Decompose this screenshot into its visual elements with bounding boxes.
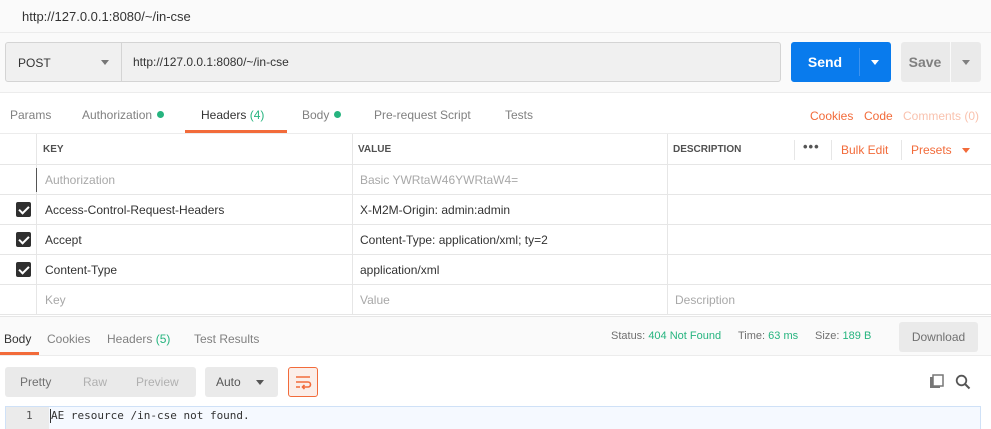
- send-options-chevron-icon[interactable]: [871, 60, 879, 65]
- time-label: Time:: [738, 330, 766, 342]
- column-divider: [794, 140, 795, 160]
- active-tab-indicator: [185, 130, 287, 133]
- tab-headers-label: Headers: [201, 108, 247, 122]
- text-cursor: [36, 168, 37, 192]
- method-select[interactable]: POST: [5, 42, 122, 82]
- copy-icon[interactable]: [929, 374, 945, 390]
- status-value: 404 Not Found: [648, 330, 722, 342]
- tab-body-label: Body: [302, 108, 330, 122]
- table-row[interactable]: Accept Content-Type: application/xml; ty…: [0, 225, 991, 255]
- response-tab-test-results[interactable]: Test Results: [194, 332, 259, 346]
- format-label: Auto: [216, 375, 241, 389]
- tab-tests[interactable]: Tests: [505, 108, 533, 122]
- tab-authorization[interactable]: Authorization: [82, 108, 165, 122]
- save-options-chevron-icon[interactable]: [962, 60, 970, 65]
- save-divider: [950, 42, 951, 82]
- size-label: Size:: [815, 330, 840, 342]
- view-raw-button[interactable]: Raw: [83, 375, 107, 389]
- status-label: Status:: [611, 330, 646, 342]
- url-input[interactable]: [121, 42, 781, 82]
- table-row[interactable]: Access-Control-Request-Headers X-M2M-Ori…: [0, 195, 991, 225]
- table-row[interactable]: Content-Type application/xml: [0, 255, 991, 285]
- size-readout: Size: 189 B: [815, 330, 871, 342]
- response-body-editor[interactable]: 1 AE resource /in-cse not found.: [5, 406, 981, 429]
- response-tab-headers-label: Headers: [107, 332, 153, 346]
- wrap-lines-button[interactable]: [288, 367, 318, 397]
- chevron-down-icon: [101, 60, 109, 65]
- tab-params[interactable]: Params: [10, 108, 51, 122]
- view-mode-switcher: Pretty Raw Preview: [5, 367, 196, 397]
- response-tab-cookies[interactable]: Cookies: [47, 332, 90, 346]
- time-readout: Time: 63 ms: [738, 330, 798, 342]
- header-key[interactable]: Access-Control-Request-Headers: [45, 203, 224, 217]
- more-options-icon[interactable]: •••: [803, 139, 820, 154]
- request-tabs: Params Authorization Headers (4) Body Pr…: [0, 93, 991, 134]
- presets-chevron-icon: [962, 148, 970, 153]
- presets-dropdown[interactable]: Presets: [911, 143, 952, 157]
- send-button[interactable]: Send: [791, 42, 891, 82]
- new-value-input[interactable]: Value: [360, 293, 390, 307]
- line-number: 1: [26, 409, 33, 422]
- enable-checkbox[interactable]: [16, 262, 31, 277]
- tab-headers-count: (4): [249, 108, 265, 122]
- headers-table-header: KEY VALUE DESCRIPTION ••• Bulk Edit Pres…: [0, 134, 991, 165]
- send-divider: [859, 48, 860, 76]
- tab-authorization-label: Authorization: [82, 108, 153, 122]
- method-label: POST: [18, 56, 51, 70]
- save-button[interactable]: Save: [901, 42, 981, 82]
- cookies-link[interactable]: Cookies: [810, 109, 853, 123]
- enable-checkbox[interactable]: [16, 232, 31, 247]
- header-value[interactable]: Content-Type: application/xml; ty=2: [360, 233, 548, 247]
- header-value[interactable]: application/xml: [360, 263, 439, 277]
- column-description: DESCRIPTION: [673, 144, 742, 155]
- header-key[interactable]: Accept: [45, 233, 82, 247]
- header-value[interactable]: X-M2M-Origin: admin:admin: [360, 203, 510, 217]
- bulk-edit-link[interactable]: Bulk Edit: [841, 143, 888, 157]
- chevron-down-icon: [256, 380, 264, 385]
- tab-headers[interactable]: Headers (4): [201, 108, 264, 122]
- code-link[interactable]: Code: [864, 109, 893, 123]
- response-bar: Body Cookies Headers (5) Test Results St…: [0, 316, 991, 356]
- column-key: KEY: [43, 144, 64, 155]
- response-tab-headers[interactable]: Headers (5): [107, 332, 170, 346]
- response-body-text[interactable]: AE resource /in-cse not found.: [51, 409, 250, 422]
- column-divider: [831, 140, 832, 160]
- size-value: 189 B: [842, 330, 872, 342]
- view-pretty-button[interactable]: Pretty: [20, 375, 51, 389]
- enable-checkbox[interactable]: [16, 202, 31, 217]
- format-select[interactable]: Auto: [205, 367, 278, 397]
- status-readout: Status: 404 Not Found: [611, 330, 721, 342]
- column-divider: [901, 140, 902, 160]
- comments-link[interactable]: Comments (0): [903, 109, 979, 123]
- wrap-lines-icon: [296, 376, 312, 390]
- tab-prerequest-script[interactable]: Pre-request Script: [374, 108, 471, 122]
- search-icon[interactable]: [955, 374, 971, 390]
- response-active-tab-indicator: [0, 352, 39, 355]
- response-tab-body[interactable]: Body: [4, 332, 31, 346]
- header-key[interactable]: Authorization: [45, 173, 115, 187]
- new-description-input[interactable]: Description: [675, 293, 735, 307]
- status-dot-icon: [157, 111, 165, 118]
- window-title-bar: http://127.0.0.1:8080/~/in-cse: [0, 0, 991, 33]
- response-viewer-toolbar: Pretty Raw Preview Auto: [0, 356, 991, 406]
- header-key[interactable]: Content-Type: [45, 263, 117, 277]
- tab-body[interactable]: Body: [302, 108, 342, 122]
- window-title: http://127.0.0.1:8080/~/in-cse: [22, 9, 191, 24]
- column-value: VALUE: [358, 144, 392, 155]
- download-button[interactable]: Download: [899, 322, 978, 352]
- request-bar: POST Send Save: [0, 33, 991, 93]
- new-header-row[interactable]: Key Value Description: [0, 285, 991, 315]
- time-value: 63 ms: [768, 330, 799, 342]
- response-tab-headers-count: (5): [155, 332, 171, 346]
- new-key-input[interactable]: Key: [45, 293, 66, 307]
- line-gutter: 1: [6, 407, 49, 429]
- table-row[interactable]: Authorization Basic YWRtaW46YWRtaW4=: [0, 165, 991, 195]
- status-dot-icon: [334, 111, 342, 118]
- save-label: Save: [908, 54, 942, 70]
- view-preview-button[interactable]: Preview: [136, 375, 179, 389]
- send-label: Send: [807, 54, 843, 70]
- header-value[interactable]: Basic YWRtaW46YWRtaW4=: [360, 173, 518, 187]
